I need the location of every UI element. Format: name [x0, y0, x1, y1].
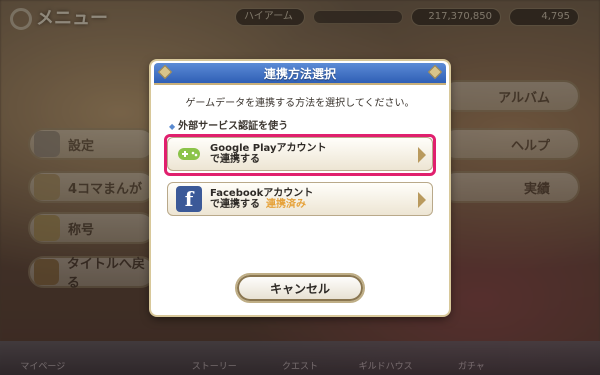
diamond-bullet-icon: ◆ [169, 122, 176, 131]
arrow-right-icon [418, 147, 426, 163]
google-line2: で連携する [210, 154, 260, 165]
arrow-right-icon [418, 192, 426, 208]
ornament-icon [427, 64, 443, 80]
section-heading: ◆ 外部サービス認証を使う [169, 121, 289, 132]
dialog-title: 連携方法選択 [263, 67, 336, 81]
dialog-header: 連携方法選択 [154, 63, 446, 85]
ornament-icon [157, 64, 173, 80]
google-line1: Google Playアカウント [210, 143, 327, 154]
facebook-icon: f [176, 186, 202, 212]
facebook-line2: で連携する [210, 199, 260, 210]
link-method-dialog: 連携方法選択 ゲームデータを連携する方法を選択してください。 ◆ 外部サービス認証… [151, 61, 449, 315]
facebook-line1: Facebookアカウント [210, 188, 314, 199]
facebook-link-button[interactable]: f Facebookアカウント で連携する 連携済み [167, 182, 433, 216]
google-play-link-button[interactable]: Google Playアカウント で連携する [167, 137, 433, 171]
gamepad-icon [176, 141, 202, 167]
linked-status-badge: 連携済み [266, 199, 306, 210]
cancel-button[interactable]: キャンセル [235, 273, 365, 303]
dialog-message: ゲームデータを連携する方法を選択してください。 [185, 98, 415, 109]
